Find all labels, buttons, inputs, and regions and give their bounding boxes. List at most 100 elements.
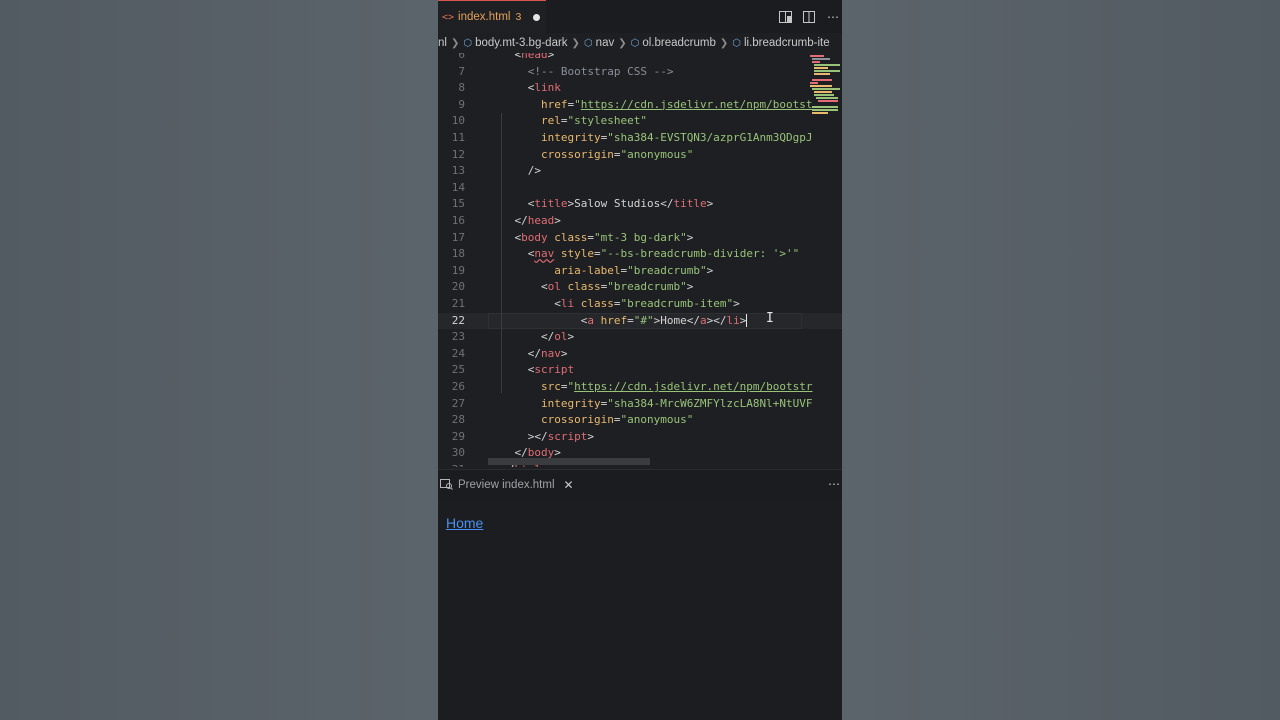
line-number: 26 (451, 380, 465, 393)
line-number: 21 (451, 297, 465, 310)
breadcrumb-item-nav[interactable]: ⬡ nav (584, 37, 614, 49)
code-line[interactable]: 26 src="https://cdn.jsdelivr.net/npm/boo… (438, 379, 842, 396)
code-line[interactable]: 28 crossorigin="anonymous" (438, 412, 842, 429)
editor-tab-bar: <> index.html 3 ⋯ (438, 0, 842, 33)
preview-content: Home (438, 499, 842, 720)
code-line[interactable]: 27 integrity="sha384-MrcW6ZMFYlzcLA8Nl+N… (438, 396, 842, 413)
line-number: 7 (458, 64, 465, 78)
code-text: /> (527, 164, 541, 178)
code-line[interactable]: 21 <li class="breadcrumb-item"> (438, 296, 842, 313)
code-text: <head> (514, 53, 555, 61)
code-line[interactable]: 12 crossorigin="anonymous" (438, 147, 842, 164)
line-number: 19 (451, 263, 465, 277)
line-number: 16 (451, 214, 465, 227)
line-number: 9 (458, 97, 465, 111)
breadcrumb-label: li.breadcrumb-ite (743, 37, 830, 49)
code-text: integrity="sha384-MrcW6ZMFYlzcLA8Nl+NtUV… (540, 396, 813, 410)
breadcrumb-item-html[interactable]: nl (438, 37, 447, 49)
code-text: crossorigin="anonymous" (540, 413, 694, 427)
split-editor-icon[interactable] (802, 10, 816, 24)
breadcrumb-label: ol.breadcrumb (642, 37, 716, 49)
breadcrumb-label: body.mt-3.bg-dark (475, 37, 568, 49)
line-number: 31 (438, 462, 465, 467)
breadcrumb-label: nav (595, 37, 615, 49)
code-text: </nav> (527, 346, 568, 360)
home-link[interactable]: Home (446, 515, 483, 531)
line-number: 24 (451, 346, 465, 360)
html-file-icon: <> (442, 11, 455, 23)
line-number: 22 (451, 313, 465, 327)
unsaved-dot-icon[interactable] (533, 13, 541, 21)
code-text: </head> (514, 214, 561, 227)
indent-guide (501, 113, 502, 393)
chevron-right-icon: ❯ (450, 37, 460, 49)
horizontal-scrollbar[interactable] (488, 458, 650, 465)
code-line[interactable]: 13 /> (438, 163, 842, 180)
line-number: 13 (451, 164, 465, 178)
chevron-right-icon: ❯ (719, 37, 729, 49)
code-text: <li class="breadcrumb-item"> (554, 297, 740, 310)
code-line[interactable]: 6 <head> (438, 53, 842, 64)
code-line[interactable]: 7 <!-- Bootstrap CSS --> (438, 64, 842, 81)
problems-count: 3 (515, 11, 522, 23)
cube-icon: ⬡ (630, 37, 640, 49)
code-line[interactable]: 16 </head> (438, 213, 842, 230)
code-line[interactable]: 19 aria-label="breadcrumb"> (438, 263, 842, 280)
line-number: 23 (451, 330, 465, 344)
code-text: crossorigin="anonymous" (540, 147, 694, 161)
code-line[interactable]: 23 </ol> (438, 329, 842, 346)
code-line[interactable]: 11 integrity="sha384-EVSTQN3/azprG1Anm3Q… (438, 130, 842, 147)
code-text: <title>Salow Studios</title> (527, 197, 714, 211)
line-number: 8 (458, 81, 465, 95)
close-icon[interactable]: ✕ (564, 478, 574, 492)
line-number: 10 (451, 114, 465, 128)
code-line[interactable]: 8 <link (438, 80, 842, 97)
code-text: aria-label="breadcrumb"> (554, 263, 714, 277)
chevron-right-icon: ❯ (618, 37, 627, 49)
more-actions-icon[interactable]: ⋯ (828, 477, 840, 491)
line-number: 14 (451, 180, 465, 194)
tab-index-html[interactable]: <> index.html 3 (438, 0, 546, 33)
code-text: integrity="sha384-EVSTQN3/azprG1Anm3QDgp… (540, 131, 813, 144)
code-line[interactable]: 20 <ol class="breadcrumb"> (438, 279, 842, 296)
code-text: rel="stylesheet" (540, 114, 647, 128)
open-changes-icon[interactable] (778, 10, 792, 24)
code-text: <!-- Bootstrap CSS --> (527, 64, 674, 78)
line-number: 28 (451, 413, 465, 427)
code-line[interactable]: 22 <a href="#">Home</a></li> (438, 312, 842, 330)
breadcrumb-item-li[interactable]: ⬡ li.breadcrumb-ite (732, 37, 829, 49)
line-number: 6 (458, 53, 465, 61)
code-line[interactable]: 17 <body class="mt-3 bg-dark"> (438, 230, 842, 247)
breadcrumb: nl ❯ ⬡ body.mt-3.bg-dark ❯ ⬡ nav ❯ ⬡ ol.bre… (438, 33, 842, 53)
more-actions-icon[interactable]: ⋯ (826, 10, 840, 24)
line-number: 11 (451, 131, 465, 144)
code-editor[interactable]: 6 <head> 7 <!-- Bootstrap CSS --> 8 <link 9… (438, 53, 842, 467)
code-line[interactable]: 18 <nav style="--bs-breadcrumb-divider: … (438, 246, 842, 263)
code-line[interactable]: 14 (438, 180, 842, 197)
code-line[interactable]: 15 <title>Salow Studios</title> (438, 196, 842, 213)
cube-icon: ⬡ (732, 37, 741, 49)
text-cursor-icon: I (766, 311, 774, 326)
code-line[interactable]: 29 ></script> (438, 429, 842, 446)
code-line[interactable]: 24 </nav> (438, 346, 842, 363)
breadcrumb-item-ol[interactable]: ⬡ ol.breadcrumb (631, 37, 716, 49)
code-text: <link (527, 81, 561, 95)
line-number: 17 (451, 230, 465, 244)
line-number: 25 (451, 363, 465, 377)
preview-tab-label: Preview index.html (458, 478, 555, 491)
code-line[interactable]: 9 href="https://cdn.jsdelivr.net/npm/boo… (438, 97, 842, 114)
line-number: 18 (451, 247, 465, 261)
breadcrumb-item-body[interactable]: ⬡ body.mt-3.bg-dark (463, 37, 567, 49)
line-number: 27 (451, 396, 465, 410)
line-number: 29 (451, 429, 465, 443)
code-line[interactable]: 10 rel="stylesheet" (438, 113, 842, 130)
tab-filename: index.html (458, 11, 511, 23)
chevron-right-icon: ❯ (571, 37, 580, 49)
breadcrumb-label: nl (438, 37, 447, 49)
minimap[interactable] (808, 53, 842, 123)
line-number: 15 (451, 197, 465, 211)
code-text: ></script> (527, 429, 594, 443)
code-text: <a href="#">Home</a></li> (580, 313, 748, 328)
tab-preview[interactable]: Preview index.html ✕ (438, 470, 575, 500)
code-line[interactable]: 25 <script (438, 362, 842, 379)
